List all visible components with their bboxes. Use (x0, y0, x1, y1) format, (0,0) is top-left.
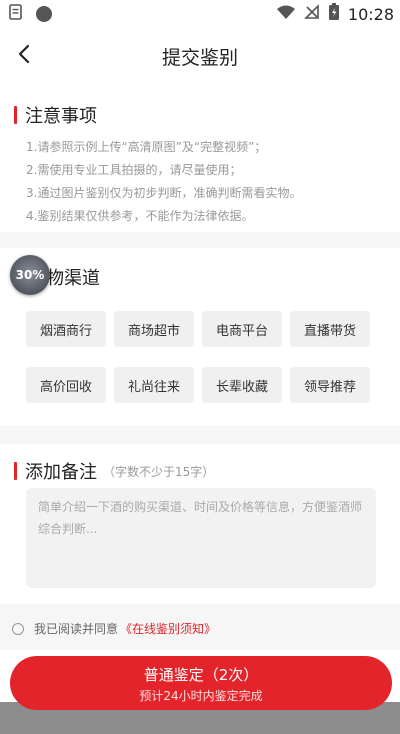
wifi-icon (276, 4, 296, 24)
page-title: 提交鉴别 (161, 47, 238, 69)
section-accent-bar (14, 106, 17, 124)
status-right: 10:28 (276, 3, 394, 25)
remark-hint: （字数不少于15字） (103, 464, 215, 479)
remark-card: 添加备注 （字数不少于15字） 简单介绍一下酒的购买渠道、时间及价格等信息，方便… (0, 444, 400, 604)
remark-textarea[interactable]: 简单介绍一下酒的购买渠道、时间及价格等信息，方便鉴酒师综合判断... (26, 488, 376, 588)
submit-button[interactable]: 普通鉴定（2次） 预计24小时内鉴定完成 (10, 656, 392, 710)
section-accent-bar (14, 462, 17, 480)
notice-card: 注意事项 1.请参照示例上传“高清原图”及“完整视频”； 2.需使用专业工具拍摄… (0, 86, 400, 232)
notice-item: 4.鉴别结果仅供参考，不能作为法律依据。 (26, 209, 254, 223)
status-bar: 10:28 (0, 0, 400, 26)
notice-item: 2.需使用专业工具拍摄的，请尽量使用； (26, 163, 242, 177)
channel-option[interactable]: 礼尚往来 (114, 367, 194, 403)
channel-option[interactable]: 烟酒商行 (26, 311, 106, 347)
notice-item: 1.请参照示例上传“高清原图”及“完整视频”； (26, 140, 267, 154)
channel-title: 物渠道 (46, 268, 100, 289)
channel-options: 烟酒商行 商场超市 电商平台 直播带货 高价回收 礼尚往来 长辈收藏 领导推荐 (26, 311, 370, 403)
channel-card: 物渠道 烟酒商行 商场超市 电商平台 直播带货 高价回收 礼尚往来 长辈收藏 领… (0, 248, 400, 426)
agreement-link[interactable]: 《在线鉴别须知》 (120, 620, 216, 637)
notification-icon (8, 3, 24, 25)
remark-title: 添加备注 (25, 462, 97, 483)
channel-section-title: 物渠道 (46, 264, 100, 290)
channel-option[interactable]: 电商平台 (202, 311, 282, 347)
no-signal-icon (303, 4, 320, 24)
submit-subtext: 预计24小时内鉴定完成 (139, 689, 263, 703)
agreement-row: 我已阅读并同意 《在线鉴别须知》 (12, 620, 216, 637)
status-time: 10:28 (347, 4, 394, 24)
channel-option[interactable]: 领导推荐 (290, 367, 370, 403)
remark-section-title: 添加备注 （字数不少于15字） (14, 458, 214, 484)
status-left (8, 3, 52, 25)
progress-badge[interactable]: 30% (10, 255, 50, 295)
status-dot-icon (36, 6, 52, 22)
battery-icon (328, 3, 340, 25)
agree-radio[interactable] (12, 622, 24, 635)
channel-option[interactable]: 直播带货 (290, 311, 370, 347)
agreement-text: 我已阅读并同意 (34, 622, 119, 636)
notice-section-title: 注意事项 (14, 102, 97, 128)
bottom-bar: 普通鉴定（2次） 预计24小时内鉴定完成 (0, 650, 400, 734)
submit-label: 普通鉴定（2次） (143, 666, 259, 684)
app-header: 提交鉴别 (0, 26, 400, 86)
notice-item: 3.通过图片鉴别仅为初步判断，准确判断需看实物。 (26, 186, 302, 200)
channel-option[interactable]: 商场超市 (114, 311, 194, 347)
channel-option[interactable]: 长辈收藏 (202, 367, 282, 403)
channel-option[interactable]: 高价回收 (26, 367, 106, 403)
notice-title: 注意事项 (25, 106, 97, 127)
notice-list: 1.请参照示例上传“高清原图”及“完整视频”； 2.需使用专业工具拍摄的，请尽量… (26, 136, 301, 228)
